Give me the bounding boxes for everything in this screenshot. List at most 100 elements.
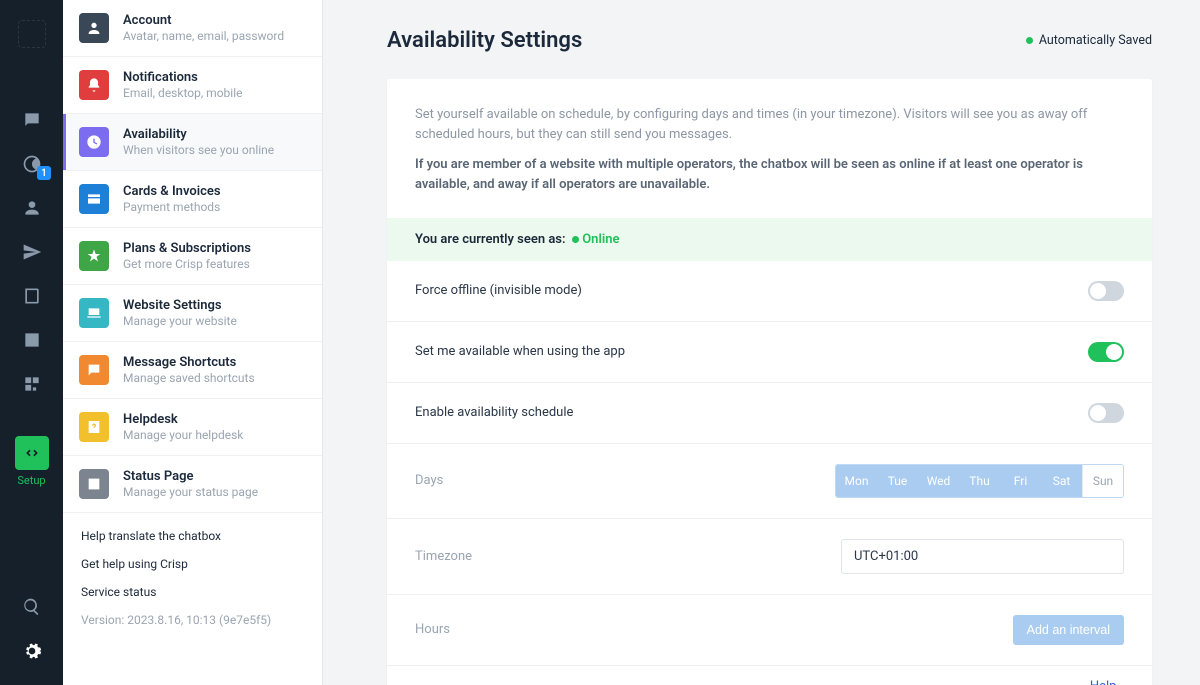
question-icon [79,412,109,442]
sidebar-item-account[interactable]: AccountAvatar, name, email, password [63,0,322,57]
star-icon [79,241,109,271]
day-sat[interactable]: Sat [1041,465,1082,497]
rail-setup[interactable]: Setup [0,436,63,507]
sidebar-item-title: Helpdesk [123,412,243,427]
sidebar-item-notifications[interactable]: NotificationsEmail, desktop, mobile [63,57,322,114]
check-icon [79,469,109,499]
sidebar-item-cards[interactable]: Cards & InvoicesPayment methods [63,171,322,228]
laptop-icon [79,298,109,328]
day-mon[interactable]: Mon [836,465,877,497]
sidebar-item-title: Cards & Invoices [123,184,221,199]
toggle-enable-schedule[interactable] [1088,403,1124,423]
sidebar-item-title: Message Shortcuts [123,355,255,370]
sidebar-item-sub: Manage your helpdesk [123,428,243,442]
timezone-select[interactable]: UTC+01:00 [841,539,1124,574]
sidebar-item-sub: Manage saved shortcuts [123,371,255,385]
card-icon [79,184,109,214]
app-logo [18,20,46,48]
footer-version: Version: 2023.8.16, 10:13 (9e7e5f5) [81,613,304,627]
sidebar-item-title: Plans & Subscriptions [123,241,251,256]
grid-icon [22,374,42,394]
main-content: Availability Settings Automatically Save… [323,0,1200,685]
day-fri[interactable]: Fri [1000,465,1041,497]
toggle-force-offline[interactable] [1088,281,1124,301]
rail-settings[interactable] [0,629,63,673]
status-bar: You are currently seen as: Online [387,218,1152,261]
message-icon [79,355,109,385]
chat-icon [22,110,42,130]
footer-link-status[interactable]: Service status [81,585,304,599]
row-timezone: Timezone UTC+01:00 [387,519,1152,595]
help-link[interactable]: Help [1090,678,1124,685]
sidebar-item-sub: Manage your status page [123,485,258,499]
row-label: Set me available when using the app [415,344,625,359]
row-set-available: Set me available when using the app [387,322,1152,383]
card-description-2: If you are member of a website with mult… [415,155,1124,195]
sidebar-item-plans[interactable]: Plans & SubscriptionsGet more Crisp feat… [63,228,322,285]
sidebar-item-sub: Get more Crisp features [123,257,251,271]
rail-search[interactable] [0,585,63,629]
gear-icon [22,641,42,661]
chart-icon [22,330,42,350]
settings-sidebar: AccountAvatar, name, email, password Not… [63,0,323,685]
save-status: Automatically Saved [1026,33,1152,48]
days-selector: Mon Tue Wed Thu Fri Sat Sun [835,464,1124,498]
row-label: Hours [415,622,450,637]
bell-icon [79,70,109,100]
rail-plugins[interactable] [0,362,63,406]
day-sun[interactable]: Sun [1082,465,1123,497]
rail-badge: 1 [37,166,51,180]
sidebar-item-website[interactable]: Website SettingsManage your website [63,285,322,342]
status-value: Online [582,232,619,247]
save-status-text: Automatically Saved [1039,33,1152,48]
send-icon [22,242,42,262]
sidebar-item-sub: Avatar, name, email, password [123,29,284,43]
online-dot-icon [572,236,579,243]
rail-campaigns[interactable] [0,230,63,274]
toggle-set-available[interactable] [1088,342,1124,362]
footer-link-translate[interactable]: Help translate the chatbox [81,529,304,543]
sidebar-item-title: Website Settings [123,298,237,313]
sidebar-item-status[interactable]: Status PageManage your status page [63,456,322,513]
code-icon [22,443,42,463]
account-icon [79,13,109,43]
user-icon [22,198,42,218]
footer-link-help[interactable]: Get help using Crisp [81,557,304,571]
rail-helpdesk[interactable] [0,274,63,318]
row-label: Days [415,473,443,488]
status-dot-icon [1026,37,1033,44]
sidebar-item-shortcuts[interactable]: Message ShortcutsManage saved shortcuts [63,342,322,399]
sidebar-item-title: Account [123,13,284,28]
sidebar-item-sub: Payment methods [123,200,221,214]
sidebar-item-availability[interactable]: AvailabilityWhen visitors see you online [63,114,322,171]
clock-icon [79,127,109,157]
sidebar-item-helpdesk[interactable]: HelpdeskManage your helpdesk [63,399,322,456]
day-tue[interactable]: Tue [877,465,918,497]
row-enable-schedule: Enable availability schedule [387,383,1152,444]
status-label: You are currently seen as: [415,232,566,247]
rail-inbox[interactable] [0,98,63,142]
page-title: Availability Settings [387,28,582,53]
sidebar-item-title: Status Page [123,469,258,484]
rail-contacts[interactable] [0,186,63,230]
search-icon [22,597,42,617]
sidebar-item-sub: Email, desktop, mobile [123,86,242,100]
help-row: Help [387,666,1152,685]
row-label: Force offline (invisible mode) [415,283,582,298]
rail-setup-label: Setup [17,474,45,487]
row-label: Enable availability schedule [415,405,573,420]
add-interval-button[interactable]: Add an interval [1013,615,1124,645]
row-label: Timezone [415,549,472,564]
sidebar-item-title: Notifications [123,70,242,85]
sidebar-item-sub: When visitors see you online [123,143,274,157]
chevron-right-icon [1119,678,1124,685]
card-description-1: Set yourself available on schedule, by c… [415,105,1124,145]
day-wed[interactable]: Wed [918,465,959,497]
icon-rail: 1 Setup [0,0,63,685]
day-thu[interactable]: Thu [959,465,1000,497]
sidebar-footer: Help translate the chatbox Get help usin… [63,513,322,643]
rail-visitors[interactable]: 1 [0,142,63,186]
rail-analytics[interactable] [0,318,63,362]
sidebar-item-sub: Manage your website [123,314,237,328]
row-force-offline: Force offline (invisible mode) [387,261,1152,322]
